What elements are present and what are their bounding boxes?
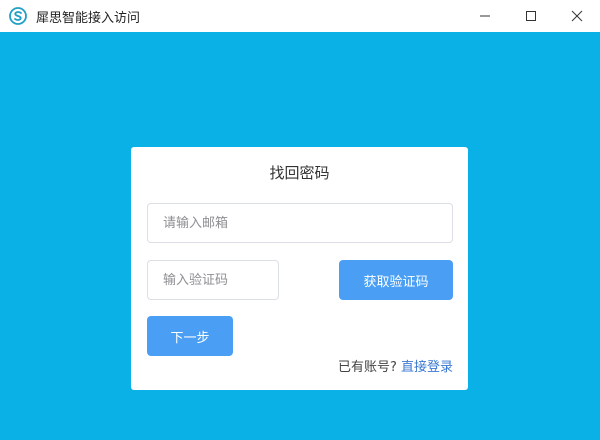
s-logo-icon (8, 6, 28, 26)
next-step-button[interactable]: 下一步 (147, 316, 233, 356)
window-title: 犀思智能接入访问 (36, 10, 141, 26)
have-account-text: 已有账号? (337, 360, 397, 375)
login-prompt: 已有账号? 直接登录 (338, 356, 453, 375)
close-button[interactable] (554, 0, 600, 32)
verification-code-input[interactable] (147, 260, 279, 300)
app-window: 犀思智能接入访问 找回密码 获取验证码 (0, 0, 600, 440)
email-input[interactable] (147, 203, 453, 243)
title-bar: 犀思智能接入访问 (0, 0, 600, 32)
maximize-button[interactable] (508, 0, 554, 32)
reset-password-card: 找回密码 获取验证码 下一步 已有账号? 直接登录 (131, 147, 468, 390)
maximize-icon (526, 11, 536, 21)
window-controls (462, 0, 600, 32)
close-icon (571, 10, 583, 22)
get-code-button[interactable]: 获取验证码 (339, 260, 453, 300)
form-title: 找回密码 (269, 164, 330, 182)
direct-login-link[interactable]: 直接登录 (401, 360, 453, 375)
minimize-icon (480, 15, 490, 17)
minimize-button[interactable] (462, 0, 508, 32)
